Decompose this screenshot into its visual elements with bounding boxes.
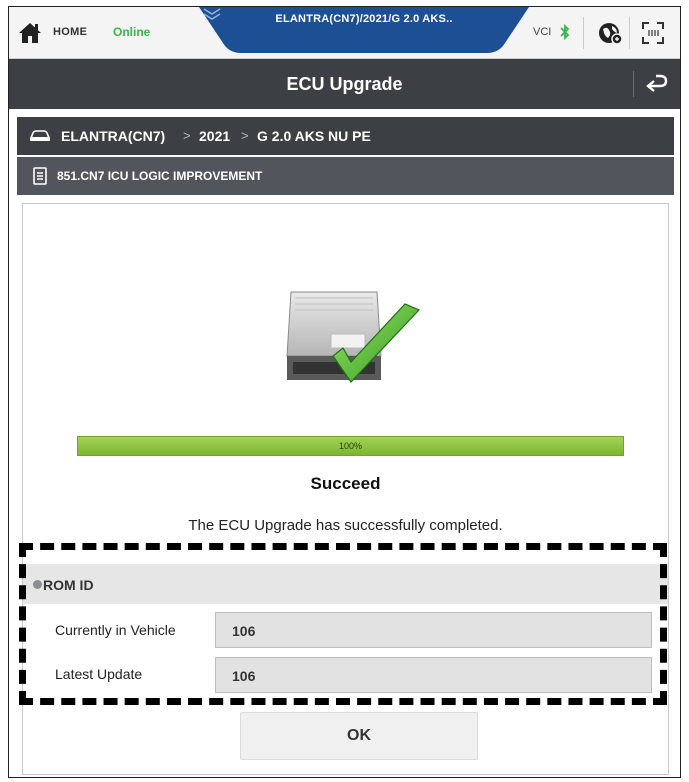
- connection-status: Online: [113, 25, 151, 39]
- globe-icon[interactable]: [597, 20, 623, 46]
- progress-label: 100%: [338, 441, 363, 451]
- status-title: Succeed: [310, 474, 381, 493]
- title-bar: ECU Upgrade: [9, 59, 680, 109]
- home-icon[interactable]: [17, 21, 43, 45]
- car-icon: [29, 130, 51, 141]
- topbar-divider: [629, 17, 630, 49]
- rom-latest-value: 106: [215, 657, 652, 693]
- breadcrumb-model[interactable]: ELANTRA(CN7): [61, 128, 165, 144]
- app-frame: HOME Online ELANTRA(CN7)/2021/G 2.0 AKS.…: [8, 6, 681, 778]
- rom-latest-label: Latest Update: [55, 666, 143, 682]
- bluetooth-icon: [560, 23, 570, 41]
- rom-current-value: 106: [215, 612, 652, 648]
- breadcrumb-separator: >: [183, 128, 191, 143]
- upgrade-info-bar: 851.CN7 ICU LOGIC IMPROVEMENT: [17, 157, 674, 195]
- chevron-down-icon[interactable]: [199, 7, 225, 21]
- ok-button[interactable]: OK: [240, 712, 478, 760]
- titlebar-divider: [633, 71, 634, 97]
- topbar-divider: [583, 17, 584, 49]
- result-panel: 100% Succeed The ECU Upgrade has success…: [22, 203, 669, 775]
- rom-id-section: ROM ID Currently in Vehicle 106 Latest U…: [23, 556, 668, 696]
- page-title: ECU Upgrade: [286, 74, 403, 94]
- upgrade-event-name: 851.CN7 ICU LOGIC IMPROVEMENT: [57, 169, 263, 183]
- status-message: The ECU Upgrade has successfully complet…: [188, 517, 503, 534]
- upgrade-progress-bar: 100%: [77, 436, 624, 456]
- breadcrumb-separator: >: [241, 128, 249, 143]
- top-status-bar: HOME Online ELANTRA(CN7)/2021/G 2.0 AKS.…: [9, 7, 680, 59]
- ecu-success-icon: [286, 291, 421, 383]
- bullet-icon: [33, 580, 42, 589]
- home-label[interactable]: HOME: [53, 26, 87, 38]
- vci-label: VCI: [533, 26, 552, 38]
- breadcrumb-engine[interactable]: G 2.0 AKS NU PE: [257, 128, 371, 144]
- vehicle-title: ELANTRA(CN7)/2021/G 2.0 AKS..: [275, 13, 453, 25]
- document-icon: [33, 167, 47, 185]
- vehicle-selector-tab[interactable]: ELANTRA(CN7)/2021/G 2.0 AKS..: [199, 7, 529, 57]
- back-icon[interactable]: [644, 72, 670, 96]
- breadcrumb: ELANTRA(CN7) > 2021 > G 2.0 AKS NU PE: [17, 117, 674, 155]
- rom-id-title: ROM ID: [43, 577, 94, 593]
- rom-current-label: Currently in Vehicle: [55, 622, 176, 638]
- breadcrumb-year[interactable]: 2021: [199, 128, 230, 144]
- screen-capture-icon[interactable]: [641, 21, 665, 45]
- rom-id-header: ROM ID: [23, 564, 668, 604]
